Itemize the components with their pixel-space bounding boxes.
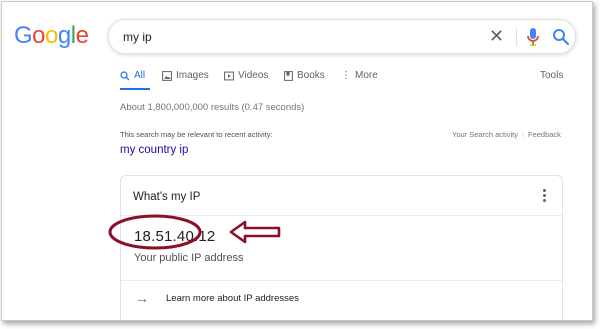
search-separator [516, 28, 517, 46]
card-divider [121, 280, 562, 281]
browser-viewport: Google ✕ All Images Videos [1, 1, 593, 321]
search-activity-link[interactable]: Your Search activity [452, 130, 518, 139]
recent-activity-notice: This search may be relevant to recent ac… [120, 130, 273, 139]
google-logo[interactable]: Google [14, 22, 89, 50]
tab-label: Images [176, 70, 209, 81]
arrow-right-icon[interactable]: → [135, 290, 149, 306]
tab-label: Books [297, 70, 325, 81]
active-tab-indicator [120, 88, 150, 90]
tab-more[interactable]: ⋮ More [341, 70, 378, 81]
activity-links: Your Search activity | Feedback [452, 130, 561, 139]
logo-letter: o [32, 22, 46, 49]
tab-label: More [355, 70, 378, 81]
link-divider: | [522, 130, 524, 139]
result-stats: About 1,800,000,000 results (0.47 second… [120, 102, 305, 113]
logo-letter: e [75, 22, 89, 49]
image-icon [162, 70, 172, 81]
annotation-arrow [229, 220, 281, 244]
search-icon[interactable] [551, 27, 571, 47]
search-box[interactable]: ✕ [108, 19, 576, 54]
clear-icon[interactable]: ✕ [489, 27, 504, 45]
tab-images[interactable]: Images [162, 70, 209, 81]
more-options-icon[interactable] [539, 187, 549, 207]
tab-videos[interactable]: Videos [224, 70, 268, 81]
learn-more-link[interactable]: Learn more about IP addresses [166, 293, 299, 304]
microphone-icon[interactable] [526, 27, 540, 47]
logo-letter: o [45, 22, 58, 49]
search-input[interactable] [123, 28, 463, 45]
book-icon [284, 70, 293, 81]
ip-address-label: Your public IP address [134, 252, 244, 264]
logo-letter: g [57, 22, 71, 49]
tab-label: All [134, 70, 146, 81]
tools-button[interactable]: Tools [540, 70, 563, 81]
related-search-link[interactable]: my country ip [120, 144, 188, 156]
tab-label: Videos [238, 70, 269, 81]
annotation-overlay [108, 214, 281, 250]
logo-letter: G [14, 22, 33, 49]
search-icon [120, 70, 130, 80]
tab-all[interactable]: All [120, 70, 150, 90]
more-vert-icon: ⋮ [341, 69, 351, 81]
tab-books[interactable]: Books [284, 70, 325, 81]
annotation-circle [108, 214, 202, 250]
feedback-link[interactable]: Feedback [528, 130, 561, 139]
card-title: What's my IP [133, 191, 201, 203]
video-icon [224, 71, 234, 80]
